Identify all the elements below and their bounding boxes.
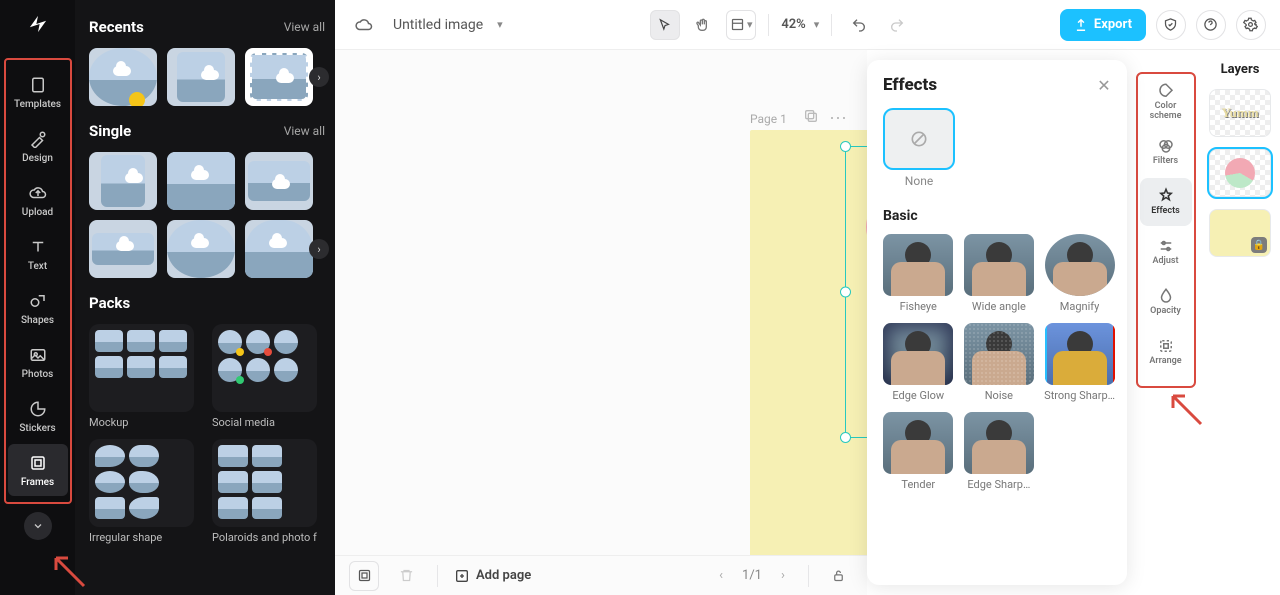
select-tool[interactable] [650, 10, 680, 40]
design-icon [28, 129, 48, 149]
effect-fisheye[interactable] [883, 234, 953, 296]
pack-irregular[interactable] [89, 439, 194, 527]
tab-effects[interactable]: Effects [1140, 178, 1192, 226]
tab-opacity[interactable]: Opacity [1140, 278, 1192, 326]
nav-expand-button[interactable] [24, 512, 52, 540]
nav-text[interactable]: Text [8, 228, 68, 280]
templates-icon [28, 75, 48, 95]
frame-tile[interactable] [245, 48, 313, 106]
assets-panel: Recents View all › Single View all › Pac… [75, 0, 335, 595]
recents-view-all[interactable]: View all [284, 20, 325, 34]
zoom-chevron-icon[interactable]: ▾ [814, 18, 820, 31]
effect-edgesharp[interactable] [964, 412, 1034, 474]
selection-bounds[interactable]: ↻ [845, 146, 867, 438]
frame-tile[interactable] [167, 152, 235, 210]
bottom-bar: Add page ‹ 1/1 › [335, 555, 867, 595]
nav-frames[interactable]: Frames [8, 444, 68, 496]
settings-icon[interactable] [1236, 10, 1266, 40]
frame-tile[interactable] [245, 152, 313, 210]
frame-tile[interactable] [89, 152, 157, 210]
cloud-sync-icon[interactable] [349, 10, 379, 40]
redo-button[interactable] [882, 10, 912, 40]
tab-arrange[interactable]: Arrange [1140, 328, 1192, 376]
page-counter: 1/1 [742, 568, 762, 583]
tab-adjust[interactable]: Adjust [1140, 228, 1192, 276]
shapes-icon [28, 291, 48, 311]
effect-noise[interactable] [964, 323, 1034, 385]
layers-panel: Layers Yumm 🔒 [1200, 50, 1280, 595]
zoom-level[interactable]: 42% [781, 17, 805, 32]
nav-stickers[interactable]: Stickers [8, 390, 68, 442]
effect-tender[interactable] [883, 412, 953, 474]
tab-color-scheme[interactable]: Color scheme [1140, 78, 1192, 126]
prev-page-icon[interactable]: ‹ [710, 565, 732, 587]
frame-tile[interactable] [89, 220, 157, 278]
effect-strongsharp[interactable] [1045, 323, 1115, 385]
next-page-icon[interactable]: › [772, 565, 794, 587]
layer-background[interactable]: 🔒 [1209, 209, 1271, 257]
frame-tile[interactable] [89, 48, 157, 106]
photos-icon [28, 345, 48, 365]
layers-title: Layers [1221, 62, 1260, 77]
left-nav: Templates Design Upload Text Shapes Phot… [0, 0, 75, 595]
effects-title: Effects [883, 75, 937, 95]
app-logo[interactable] [22, 8, 54, 40]
document-title[interactable]: Untitled image [389, 15, 487, 35]
property-tabs-highlight-box: Color scheme Filters Effects Adjust Opac… [1136, 72, 1196, 388]
export-button[interactable]: Export [1060, 9, 1146, 41]
lock-toggle-icon[interactable] [823, 561, 853, 591]
frame-tile[interactable] [167, 48, 235, 106]
nav-upload[interactable]: Upload [8, 174, 68, 226]
effect-wideangle[interactable] [964, 234, 1034, 296]
nav-photos[interactable]: Photos [8, 336, 68, 388]
title-chevron-icon[interactable]: ▾ [497, 18, 503, 31]
property-tabs: Color scheme Filters Effects Adjust Opac… [1133, 60, 1198, 585]
frame-tile[interactable] [245, 220, 313, 278]
tab-filters[interactable]: Filters [1140, 128, 1192, 176]
pages-panel-icon[interactable] [349, 561, 379, 591]
frame-tile[interactable] [167, 220, 235, 278]
section-packs-title: Packs [89, 294, 130, 312]
nav-design[interactable]: Design [8, 120, 68, 172]
delete-page-icon[interactable] [391, 561, 421, 591]
top-toolbar: Untitled image ▾ ▾ 42% ▾ Export [335, 0, 1280, 50]
upload-icon [28, 183, 48, 203]
effects-basic-heading: Basic [883, 208, 1115, 224]
lock-icon: 🔒 [1251, 237, 1267, 253]
effect-edgeglow[interactable] [883, 323, 953, 385]
page-more-icon[interactable]: ⋯ [829, 108, 849, 129]
close-icon[interactable]: ✕ [1093, 74, 1115, 96]
pack-mockup[interactable] [89, 324, 194, 412]
help-icon[interactable] [1196, 10, 1226, 40]
hand-tool[interactable] [688, 10, 718, 40]
effects-panel: Effects ✕ None Basic Fisheye Wide angle … [867, 60, 1127, 585]
pack-polaroid[interactable] [212, 439, 317, 527]
nav-templates[interactable]: Templates [8, 66, 68, 118]
nav-shapes[interactable]: Shapes [8, 282, 68, 334]
layer-text[interactable]: Yumm [1209, 89, 1271, 137]
pack-social[interactable] [212, 324, 317, 412]
shield-icon[interactable] [1156, 10, 1186, 40]
undo-button[interactable] [844, 10, 874, 40]
duplicate-page-icon[interactable] [803, 108, 819, 129]
single-view-all[interactable]: View all [284, 124, 325, 138]
add-page-button[interactable]: Add page [454, 568, 531, 584]
carousel-next-icon[interactable]: › [309, 67, 329, 87]
section-single-title: Single [89, 122, 131, 140]
layer-candy[interactable] [1209, 149, 1271, 197]
left-nav-highlight-box: Templates Design Upload Text Shapes Phot… [4, 58, 72, 504]
canvas-area[interactable]: Page 1 ⋯ Yummy ⋯ [335, 50, 867, 595]
effect-magnify[interactable] [1045, 234, 1115, 296]
page-label: Page 1 [750, 112, 787, 126]
text-icon [28, 237, 48, 257]
carousel-next-icon[interactable]: › [309, 239, 329, 259]
stickers-icon [28, 399, 48, 419]
frames-icon [28, 453, 48, 473]
effect-none[interactable] [883, 108, 955, 170]
crop-tool[interactable]: ▾ [726, 10, 756, 40]
section-recents-title: Recents [89, 18, 144, 36]
